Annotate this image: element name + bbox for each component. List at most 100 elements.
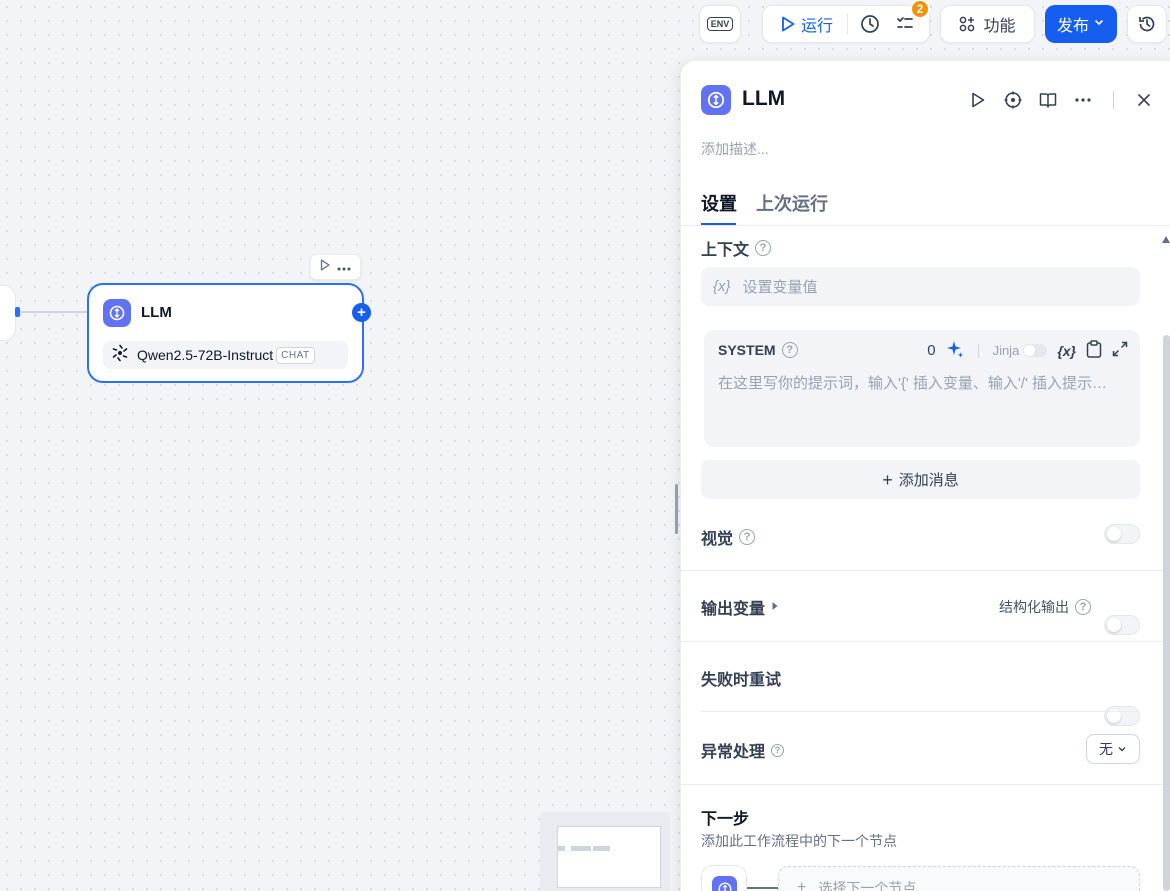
add-message-label: 添加消息: [898, 472, 959, 489]
jinja-toggle[interactable]: Jinja: [993, 343, 1048, 358]
previous-node[interactable]: [0, 285, 16, 341]
help-icon[interactable]: ?: [1075, 599, 1091, 615]
features-button[interactable]: 功能: [940, 5, 1035, 43]
scroll-up-arrow-icon[interactable]: [1162, 236, 1170, 243]
structured-output-toggle[interactable]: [1104, 615, 1140, 635]
minimap-node: [558, 846, 565, 851]
error-handling-label: 异常处理 ?: [701, 738, 785, 762]
llm-icon: [103, 299, 131, 327]
features-label: 功能: [983, 18, 1016, 35]
error-handling-value: 无: [1099, 741, 1113, 757]
edge-connection: [18, 311, 88, 313]
more-icon[interactable]: [1072, 89, 1094, 111]
llm-icon: [712, 876, 737, 891]
tab-settings[interactable]: 设置: [701, 190, 737, 216]
retry-toggle[interactable]: [1104, 706, 1140, 726]
help-icon[interactable]: ?: [755, 240, 772, 256]
publish-label: 发布: [1056, 18, 1089, 35]
minimap[interactable]: [540, 812, 670, 891]
expand-icon[interactable]: [1112, 341, 1128, 360]
section-divider: [681, 641, 1170, 642]
next-step-description: 添加此工作流程中的下一个节点: [701, 833, 897, 849]
minimap-node: [593, 846, 610, 851]
retry-label: 失败时重试: [701, 666, 781, 690]
help-icon[interactable]: ?: [739, 529, 756, 545]
env-button[interactable]: ENV: [699, 5, 741, 43]
model-provider-icon: [111, 344, 129, 367]
add-next-node-button[interactable]: +: [352, 303, 371, 322]
structured-output-text: 结构化输出: [999, 599, 1069, 615]
minimap-node: [571, 846, 591, 851]
select-next-node-button[interactable]: + 选择下一个节点: [778, 866, 1140, 891]
node-toolbar: [310, 254, 361, 280]
tabs-divider: [681, 225, 1170, 226]
checklist-badge: 2: [910, 0, 931, 19]
current-node-box: [701, 865, 747, 891]
output-variables-label: 输出变量: [701, 601, 766, 618]
panel-resize-handle[interactable]: [675, 484, 678, 534]
system-label: SYSTEM ?: [718, 342, 798, 358]
plus-icon: +: [797, 879, 807, 891]
header-divider: [1113, 91, 1114, 109]
system-tools: 0 Jinja {x}: [927, 340, 1128, 361]
run-step-icon[interactable]: [967, 89, 989, 111]
panel-title[interactable]: LLM: [742, 87, 785, 111]
node-settings-panel: LLM 添加描述... 设置 上次运行 上下文 ? {x} 设置变量值 SYST…: [680, 60, 1170, 891]
node-model-info: Qwen2.5-72B-Instruct CHAT: [103, 341, 348, 369]
panel-scrollbar[interactable]: [1163, 335, 1170, 891]
node-run-icon[interactable]: [320, 258, 330, 276]
llm-icon: [701, 85, 731, 115]
history-icon: [1137, 14, 1157, 34]
toolbar-divider: [847, 14, 849, 34]
system-prompt-editor[interactable]: SYSTEM ? 0 Jinja {x} 在这里写你的提示词，输入'{' 插入变…: [704, 330, 1140, 447]
features-icon: [959, 16, 975, 32]
run-group: 运行 2: [762, 0, 931, 43]
system-label-text: SYSTEM: [718, 342, 776, 358]
output-variables-toggle[interactable]: 输出变量: [701, 595, 779, 619]
run-button[interactable]: 运行: [801, 12, 833, 36]
error-handling-text: 异常处理: [701, 744, 766, 761]
tab-last-run[interactable]: 上次运行: [756, 190, 828, 216]
context-label-text: 上下文: [701, 242, 750, 259]
model-name: Qwen2.5-72B-Instruct: [137, 347, 274, 363]
next-step-placeholder: 选择下一个节点: [818, 880, 917, 891]
description-input[interactable]: 添加描述...: [701, 139, 769, 159]
chevron-down-icon: [1093, 15, 1105, 33]
minimap-viewport: [557, 826, 661, 888]
help-icon[interactable]: ?: [781, 342, 798, 358]
vision-label: 视觉 ?: [701, 525, 756, 549]
sparkle-icon[interactable]: [946, 340, 964, 361]
edge-handle[interactable]: [15, 307, 20, 317]
play-icon: [781, 16, 795, 32]
jinja-label: Jinja: [992, 343, 1020, 358]
context-label: 上下文 ?: [701, 236, 772, 260]
help-icon[interactable]: ?: [771, 743, 785, 757]
history-run-icon[interactable]: [860, 14, 880, 34]
locate-icon[interactable]: [1002, 89, 1024, 111]
close-icon[interactable]: [1133, 89, 1155, 111]
node-more-icon[interactable]: [337, 258, 351, 276]
vision-label-text: 视觉: [701, 531, 734, 548]
publish-button[interactable]: 发布: [1045, 5, 1117, 43]
model-mode-tag: CHAT: [276, 346, 315, 364]
add-message-button[interactable]: + 添加消息: [701, 460, 1140, 499]
system-prompt-placeholder: 在这里写你的提示词，输入'{' 插入变量、输入'/' 插入提示内容块: [718, 375, 1118, 392]
context-variable-input[interactable]: {x} 设置变量值: [701, 267, 1140, 306]
book-icon[interactable]: [1037, 89, 1059, 111]
vision-toggle[interactable]: [1104, 524, 1140, 544]
tools-divider: [977, 343, 979, 358]
caret-right-icon: [771, 598, 779, 616]
llm-node[interactable]: LLM Qwen2.5-72B-Instruct CHAT: [87, 283, 364, 383]
node-title: LLM: [141, 304, 172, 321]
clipboard-icon[interactable]: [1086, 340, 1102, 361]
checklist-icon[interactable]: 2: [896, 0, 931, 33]
insert-variable-icon[interactable]: {x}: [1057, 343, 1076, 359]
env-icon: ENV: [706, 17, 734, 31]
error-handling-select[interactable]: 无: [1086, 734, 1140, 764]
section-divider: [701, 711, 1140, 712]
retry-label-text: 失败时重试: [701, 672, 782, 689]
context-placeholder: 设置变量值: [742, 279, 818, 296]
version-history-button[interactable]: [1127, 5, 1167, 43]
structured-output-label: 结构化输出 ?: [999, 597, 1091, 617]
variable-icon: {x}: [713, 278, 731, 295]
